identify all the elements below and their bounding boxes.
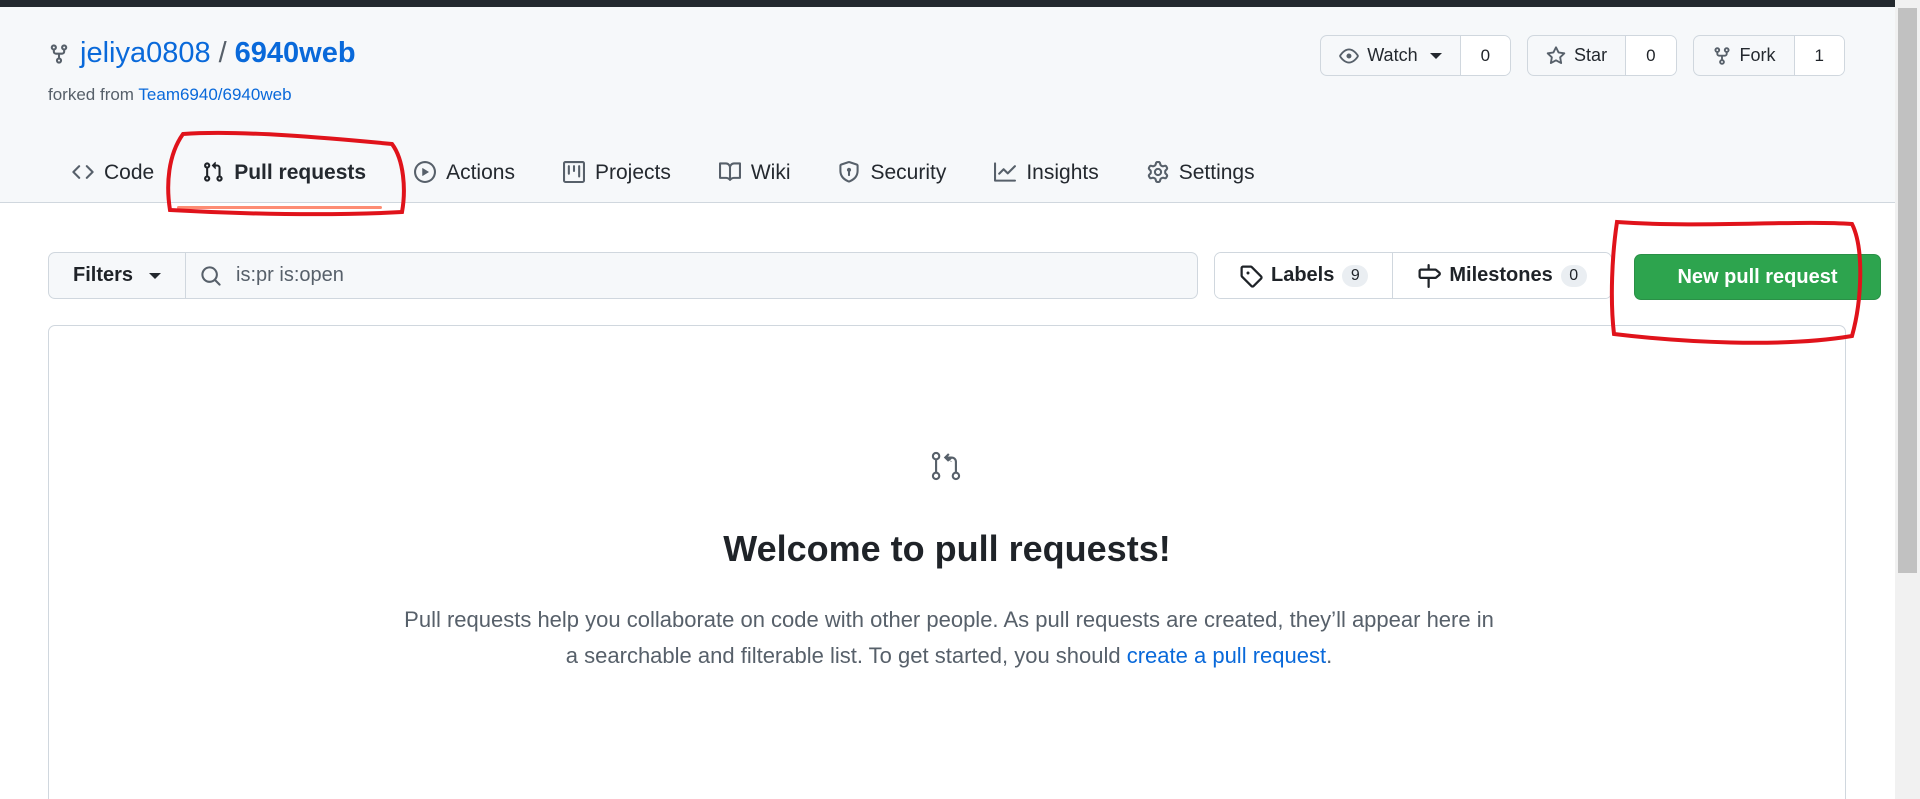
create-pull-request-link[interactable]: create a pull request (1127, 643, 1326, 668)
repo-separator: / (218, 37, 227, 69)
gear-icon (1147, 161, 1168, 183)
forked-from-link[interactable]: Team6940/6940web (138, 85, 291, 104)
fork-group: Fork 1 (1692, 35, 1845, 76)
labels-count-badge: 9 (1342, 264, 1369, 287)
watch-count[interactable]: 0 (1460, 36, 1511, 75)
repo-nav-tabs: Code Pull requests Actions Projects Wiki… (48, 144, 1279, 196)
tab-security[interactable]: Security (814, 144, 970, 196)
forked-from: forked from Team6940/6940web (48, 85, 292, 105)
star-label: Star (1574, 45, 1608, 65)
book-icon (718, 162, 741, 181)
graph-icon (994, 162, 1017, 182)
tab-label: Settings (1178, 161, 1255, 184)
filters-button[interactable]: Filters (48, 252, 187, 299)
issues-toolbar: Filters (48, 252, 1199, 299)
git-pull-request-icon (204, 161, 223, 182)
repo-forked-icon (50, 43, 68, 64)
labels-milestones-group: Labels 9 Milestones 0 (1214, 252, 1612, 299)
tab-actions[interactable]: Actions (390, 144, 539, 196)
filters-label: Filters (73, 264, 134, 286)
tag-icon (1240, 265, 1263, 288)
tab-label: Security (870, 161, 947, 184)
tab-label: Insights (1026, 161, 1099, 184)
tab-label: Actions (446, 161, 515, 184)
forked-from-label: forked from (48, 85, 134, 104)
global-header (0, 0, 1920, 7)
scrollbar-thumb[interactable] (1898, 8, 1917, 573)
blankslate-title: Welcome to pull requests! (723, 528, 1171, 569)
eye-icon (1339, 48, 1360, 63)
milestone-icon (1418, 263, 1442, 288)
play-icon (414, 161, 437, 183)
repo-name-link[interactable]: 6940web (235, 37, 356, 70)
repo-forked-icon (1714, 46, 1730, 65)
search-input[interactable] (236, 264, 1137, 287)
git-pull-request-icon (931, 451, 961, 481)
repo-title: jeliya0808 / 6940web (48, 37, 356, 70)
milestones-count-badge: 0 (1560, 264, 1587, 287)
repo-actions: Watch 0 Star 0 Fork 1 (1320, 35, 1845, 76)
tab-pull-requests[interactable]: Pull requests (178, 144, 390, 196)
tab-wiki[interactable]: Wiki (695, 144, 815, 196)
search-icon (201, 265, 221, 286)
active-tab-underline (177, 206, 382, 209)
milestones-button[interactable]: Milestones 0 (1392, 253, 1611, 298)
watch-label: Watch (1367, 45, 1418, 65)
caret-down-icon (1429, 52, 1442, 59)
repo-owner-link[interactable]: jeliya0808 (80, 37, 211, 70)
watch-button[interactable]: Watch (1321, 36, 1461, 75)
shield-icon (839, 161, 860, 183)
blankslate-period: . (1326, 643, 1333, 668)
tab-settings[interactable]: Settings (1123, 144, 1279, 196)
milestones-label: Milestones (1449, 264, 1553, 286)
star-button[interactable]: Star (1528, 36, 1627, 75)
table-icon (562, 161, 585, 183)
tab-label: Pull requests (234, 161, 367, 184)
tab-label: Wiki (750, 161, 791, 184)
fork-button[interactable]: Fork (1694, 36, 1795, 75)
labels-label: Labels (1271, 264, 1335, 286)
star-count[interactable]: 0 (1626, 36, 1676, 75)
tab-label: Code (104, 161, 155, 184)
fork-label: Fork (1739, 45, 1776, 65)
search-box (186, 252, 1199, 299)
new-pull-request-button[interactable]: New pull request (1634, 254, 1881, 300)
repo-header: jeliya0808 / 6940web forked from Team694… (0, 7, 1895, 209)
tab-label: Projects (594, 161, 671, 184)
tab-projects[interactable]: Projects (539, 144, 695, 196)
blankslate-text: Pull requests help you collaborate on co… (399, 602, 1499, 674)
tab-insights[interactable]: Insights (970, 144, 1122, 196)
star-icon (1546, 45, 1566, 64)
star-group: Star 0 (1527, 35, 1677, 76)
blankslate: Welcome to pull requests! Pull requests … (48, 325, 1846, 799)
code-icon (72, 165, 94, 179)
watch-group: Watch 0 (1320, 35, 1512, 76)
tab-code[interactable]: Code (48, 144, 178, 196)
labels-button[interactable]: Labels 9 (1215, 253, 1393, 298)
fork-count[interactable]: 1 (1794, 36, 1844, 75)
caret-down-icon (149, 272, 162, 279)
